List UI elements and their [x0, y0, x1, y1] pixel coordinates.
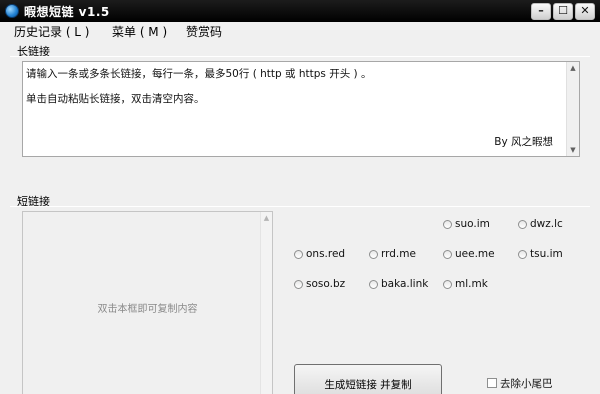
radio-soso-bz[interactable]: soso.bz: [294, 277, 345, 291]
radio-tsu-im[interactable]: tsu.im: [518, 247, 563, 261]
window-title: 暇想短链 v1.5: [24, 5, 110, 19]
radio-circle-icon[interactable]: [518, 249, 527, 259]
radio-label: baka.link: [381, 278, 429, 290]
output-hint: 双击本框即可复制内容: [97, 304, 198, 315]
up-arrow-icon[interactable]: ▲: [567, 62, 579, 74]
radio-circle-icon[interactable]: [294, 279, 303, 289]
radio-label: ons.red: [306, 248, 346, 260]
radio-label: tsu.im: [530, 248, 563, 260]
app-icon: [5, 4, 19, 18]
radio-uee-me[interactable]: uee.me: [443, 247, 495, 261]
radio-baka-link[interactable]: baka.link: [369, 277, 428, 291]
radio-circle-icon[interactable]: [443, 249, 452, 259]
short-link-output[interactable]: 双击本框即可复制内容 ▲: [22, 211, 273, 394]
menu-menu[interactable]: 菜单 ( M ): [112, 23, 167, 40]
title-bar: 暇想短链 v1.5 – ☐ ✕: [0, 0, 600, 22]
menu-donate[interactable]: 赞赏码: [186, 23, 222, 40]
radio-circle-icon[interactable]: [294, 249, 303, 259]
generate-copy-button[interactable]: 生成短链接 并复制: [294, 364, 442, 394]
up-arrow-icon[interactable]: ▲: [261, 212, 272, 224]
radio-circle-icon[interactable]: [369, 249, 378, 259]
radio-label: suo.im: [455, 218, 490, 230]
radio-label: soso.bz: [306, 278, 346, 290]
radio-circle-icon[interactable]: [443, 219, 452, 229]
radio-rrd-me[interactable]: rrd.me: [369, 247, 416, 261]
radio-label: ml.mk: [455, 278, 488, 290]
down-arrow-icon[interactable]: ▼: [567, 144, 579, 156]
author-credit: By 风之暇想: [494, 136, 553, 148]
vertical-scrollbar[interactable]: ▲ ▼: [566, 62, 579, 156]
radio-label: rrd.me: [381, 248, 416, 260]
radio-label: uee.me: [455, 248, 495, 260]
maximize-button[interactable]: ☐: [553, 3, 573, 20]
radio-circle-icon[interactable]: [443, 279, 452, 289]
divider: [10, 56, 590, 57]
long-link-instruction-2: 单击自动粘贴长链接，双击清空内容。: [26, 93, 205, 105]
long-link-input[interactable]: 请输入一条或多条长链接，每行一条，最多50行 ( http 或 https 开头…: [22, 61, 580, 157]
radio-circle-icon[interactable]: [518, 219, 527, 229]
radio-ml-mk[interactable]: ml.mk: [443, 277, 488, 291]
close-button[interactable]: ✕: [575, 3, 595, 20]
menu-history[interactable]: 历史记录 ( L ): [14, 23, 90, 40]
radio-label: dwz.lc: [530, 218, 563, 230]
menu-bar: 历史记录 ( L ) 菜单 ( M ) 赞赏码: [0, 22, 600, 40]
divider: [10, 206, 590, 207]
vertical-scrollbar[interactable]: ▲: [260, 212, 272, 394]
radio-suo-im[interactable]: suo.im: [443, 217, 490, 231]
remove-tail-checkbox[interactable]: 去除小尾巴: [487, 376, 553, 390]
minimize-button[interactable]: –: [531, 3, 551, 20]
remove-tail-label: 去除小尾巴: [500, 377, 553, 390]
long-link-instruction: 请输入一条或多条长链接，每行一条，最多50行 ( http 或 https 开头…: [26, 68, 372, 80]
radio-ons-red[interactable]: ons.red: [294, 247, 345, 261]
checkbox-box-icon[interactable]: [487, 378, 497, 388]
radio-circle-icon[interactable]: [369, 279, 378, 289]
radio-dwz-lc[interactable]: dwz.lc: [518, 217, 563, 231]
